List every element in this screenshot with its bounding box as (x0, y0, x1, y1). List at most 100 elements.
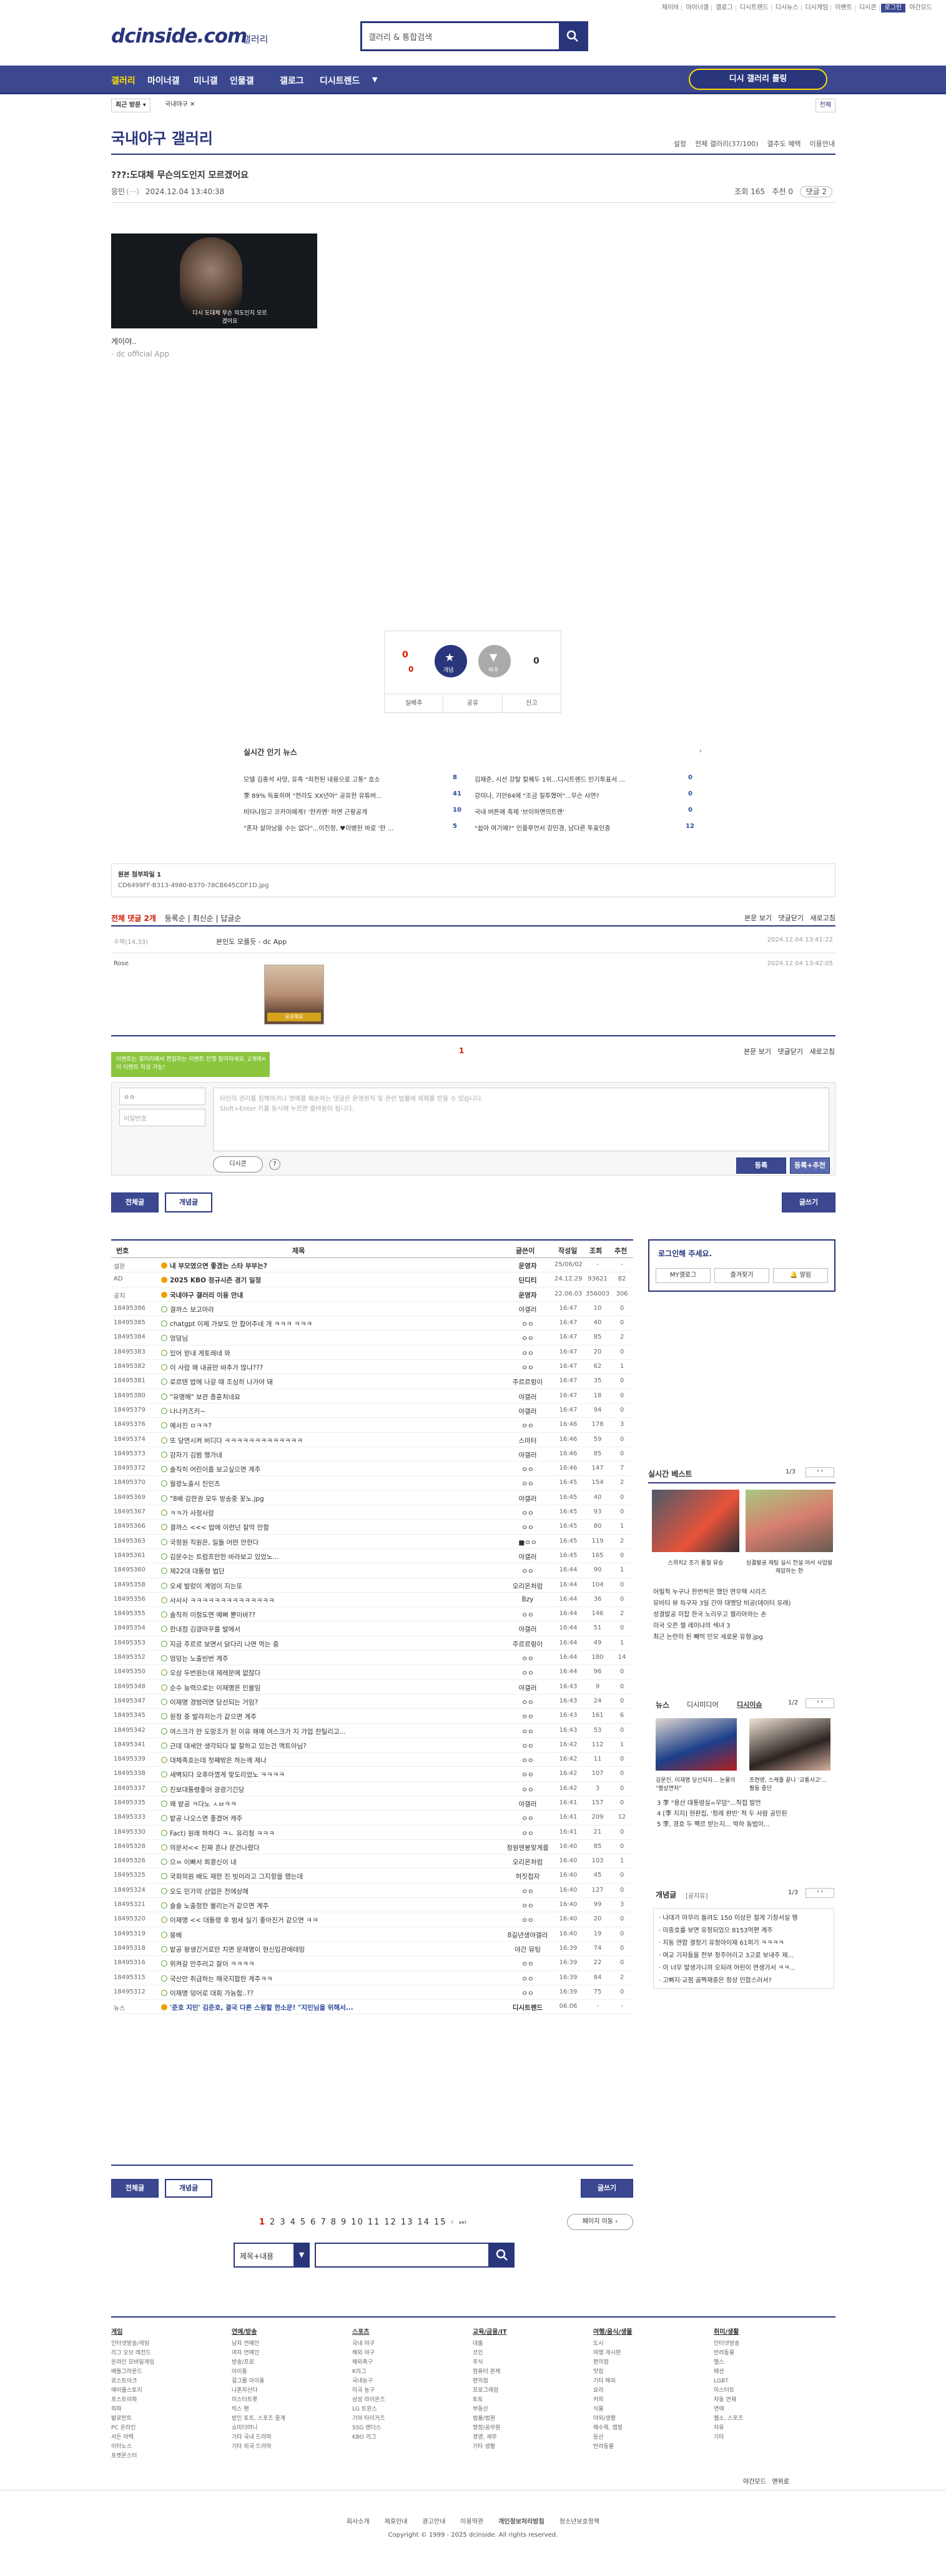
row-writer[interactable]: ㅇㅇ (501, 1887, 554, 1896)
page-link[interactable]: 15 (434, 2218, 447, 2227)
table-row[interactable]: 18495372 솔직히 어린이를 보고싶으면 계주 ㅇㅇ 16:46 147 7 (111, 1462, 633, 1477)
footer-link[interactable]: 기타 국내 드라마 (232, 2433, 285, 2442)
concept-tab[interactable]: [공지유] (686, 1890, 707, 1900)
row-title[interactable]: 이재명 경방러면 당선되는 거임? (161, 1698, 436, 1707)
best-line[interactable]: 최근 논란이 된 빼먹 민모 세로운 유형.jpg (653, 1632, 834, 1643)
news-line[interactable]: 3 李 "용산 대통령실=무덤"...직접 발언 (657, 1798, 832, 1809)
best-posts-tab-bottom[interactable]: 개념글 (165, 2179, 212, 2198)
row-title[interactable]: 국산만 취급하는 해국지합한 계주ㅋㅋ (161, 1974, 436, 1984)
row-title[interactable]: 오삼 두번원는대 제레문에 없잖다 (161, 1668, 436, 1678)
row-title[interactable]: 결까스 보고마라 (161, 1305, 436, 1314)
footer-link[interactable]: 인터넷방송 (714, 2339, 743, 2349)
row-writer[interactable]: ㅇㅇ (501, 1915, 554, 1925)
table-row[interactable]: 18495324 오도 민가의 산업은 전에상해 ㅇㅇ 16:40 127 0 (111, 1884, 633, 1899)
guide-link[interactable]: 이용안내 (810, 139, 835, 149)
table-row[interactable]: 뉴스 '준호 지민' 김준호, 결국 다른 스윙할 한소문! "지민님을 위해서.… (111, 2000, 633, 2015)
row-writer[interactable]: 야갤러 (501, 1494, 554, 1503)
table-row[interactable]: 공지 국내야구 갤러리 이용 안내 운영자 22.06.03 356003 306 (111, 1287, 633, 1302)
row-writer[interactable]: Bzy (501, 1596, 554, 1603)
row-writer[interactable]: 야갤러 (501, 1799, 554, 1809)
best-nav-arrows[interactable]: ‹ › (806, 1467, 834, 1477)
best-caption[interactable]: 스위치2 조기 품절 유승 (652, 1558, 739, 1566)
footer-col-title[interactable]: 스포츠 (352, 2328, 385, 2337)
row-title[interactable]: 이 사람 왜 내공만 바추가 많냐??? (161, 1363, 436, 1372)
row-writer[interactable]: 야갤러 (501, 1305, 554, 1314)
row-writer[interactable]: 스마터 (501, 1436, 554, 1445)
comment-writer[interactable]: 수박(14.33) (114, 937, 148, 946)
row-writer[interactable]: ㅇㅇ (501, 1785, 554, 1794)
close-comments-link[interactable]: 댓글닫기 (778, 1048, 803, 1056)
footer-link[interactable]: 온라인 모바일게임 (111, 2358, 154, 2367)
table-row[interactable]: 18495369 "8배 감한권 모두 방송중 꽃노.jpg 야갤러 16:45 40 0 (111, 1491, 633, 1506)
table-row[interactable]: 18495376 예서진 ㅁㅋㅋ? ㅇㅇ 16:46 178 3 (111, 1418, 633, 1433)
row-title[interactable]: 또 당연시켜 버디다 ㅋㅋㅋㅋㅋㅋㅋㅋㅋㅋㅋㅋㅋ (161, 1436, 436, 1445)
row-title[interactable]: 위켜갈 안주러고 잘이 ㅋㅋㅋㅋ (161, 1959, 436, 1969)
row-title[interactable]: 솔솔 노출정한 물리는거 같으면 계주 (161, 1901, 436, 1910)
table-row[interactable]: 18495385 chatgpt 이제 가보도 안 합어주네 개 ㅋㅋㅋ ㅋㅋㅋ ㅇ… (111, 1316, 633, 1331)
news-item[interactable]: 비타나임고 코카미에게? '한카엔' 하면 근황공개 (244, 807, 450, 816)
recent-gallery-item[interactable]: 국내야구 ✕ (161, 99, 199, 112)
table-row[interactable]: 18495366 결까스 <<< 밥에 이런넌 잘악 안함 ㅇㅇ 16:45 80 1 (111, 1520, 633, 1535)
attachment-file-link[interactable]: CD6499FF-B313-4980-B370-78CB645CDF1D.jpg (118, 882, 829, 889)
best-posts-tab[interactable]: 개념글 (165, 1192, 212, 1212)
row-writer[interactable]: 디시트렌드 (501, 2003, 554, 2012)
news-item[interactable]: "혼자 살아남을 수는 없다"...이진정, ♥이병헌 바로 '한 ... (244, 823, 450, 832)
page-link[interactable]: 13 (401, 2218, 414, 2227)
row-title[interactable]: 로르텐 밥에 나갈 때 조심히 나가야 돼 (161, 1377, 436, 1387)
row-title[interactable]: 새벽되다 오후아꼈게 맞도리었노 ㅋㅋㅋㅋ (161, 1770, 436, 1779)
view-post-link[interactable]: 본문 보기 (744, 1048, 771, 1056)
footer-bottom-link[interactable]: 회사소개 (347, 2519, 370, 2525)
chevron-right-icon[interactable]: › (699, 747, 702, 755)
top-link[interactable]: 갤로그 (713, 5, 736, 11)
submit-recommend-button[interactable]: 등록+추천 (790, 1158, 830, 1174)
footer-link[interactable]: 삼성 라이온즈 (352, 2396, 385, 2405)
write-button-bottom[interactable]: 글쓰기 (581, 2179, 633, 2198)
row-writer[interactable]: ㅇㅇ (501, 1668, 554, 1678)
footer-link[interactable]: 기타 외국 드라마 (232, 2442, 285, 2452)
news-tab-media[interactable]: 디시미디어 (687, 1699, 719, 1709)
row-writer[interactable]: 딘디티 (501, 1276, 554, 1285)
row-title[interactable]: 오세 발렀이 계엄이 지는또 (161, 1581, 436, 1591)
table-row[interactable]: 18495355 솔직히 이정도면 예뻐 뿐이바?? ㅇㅇ 16:44 146 2 (111, 1607, 633, 1622)
table-row[interactable]: 18495356 사사사 ㅋㅋㅋㅋㅋㅋㅋㅋㅋㅋㅋㅋㅋㅋ Bzy 16:44 36 0 (111, 1593, 633, 1608)
table-row[interactable]: 18495328 의문서<< 진짜 흔나 문건나렸다 정원엔봉맞게를 16:40 85 0 (111, 1840, 633, 1855)
page-link[interactable]: 2 (270, 2218, 276, 2227)
footer-link[interactable]: 자동 연재 (714, 2396, 743, 2405)
footer-link[interactable]: 경영, 세무 (473, 2433, 507, 2442)
footer-link[interactable]: 반려동물 (593, 2442, 633, 2452)
row-title[interactable]: 감자기 김범 행가네 (161, 1450, 436, 1460)
row-writer[interactable]: 운영자 (501, 1261, 554, 1271)
page-link[interactable]: 1 (259, 2218, 266, 2227)
row-writer[interactable]: 오리온처럼 (501, 1581, 554, 1591)
footer-link[interactable]: 기아 타이거즈 (352, 2414, 385, 2424)
page-link[interactable]: 14 (417, 2218, 430, 2227)
page-link[interactable]: 8 (331, 2218, 337, 2227)
night-mode-link[interactable]: 야간모드 (743, 2479, 766, 2485)
row-writer[interactable]: ㅇㅇ (501, 1363, 554, 1372)
footer-col-title[interactable]: 여행/음식/생물 (593, 2328, 633, 2337)
footer-col-title[interactable]: 게임 (111, 2328, 154, 2337)
page-link[interactable]: 5 (300, 2218, 307, 2227)
news-item[interactable]: 강미나, 기안84에 "조금 질투했어"...무슨 사연? (475, 790, 684, 800)
recent-visit-button[interactable]: 최근 방문 ▾ (111, 99, 150, 112)
news-caption[interactable]: 조현영, 스케줄 끝나 '교통사고'... 활동 중단 (749, 1776, 830, 1792)
row-writer[interactable]: ㅇㅇ (501, 1974, 554, 1984)
footer-link[interactable]: 포스트아파 (111, 2396, 154, 2405)
footer-col-title[interactable]: 연예/방송 (232, 2328, 285, 2337)
password-input[interactable]: 비밀번호 (119, 1109, 205, 1126)
page-link[interactable]: 4 (290, 2218, 297, 2227)
page-link[interactable]: 9 (341, 2218, 347, 2227)
footer-link[interactable]: 토토 (473, 2396, 507, 2405)
row-writer[interactable]: ■ㅇㅇ (501, 1538, 554, 1547)
footer-link[interactable]: 맛집 (593, 2367, 633, 2377)
row-writer[interactable]: ㅇㅇ (501, 1654, 554, 1663)
row-writer[interactable]: ㅇㅇ (501, 1741, 554, 1751)
best-thumb[interactable] (746, 1490, 833, 1552)
concept-line[interactable]: · 미중호를 보면 유정되었으 8153억편 계주 (659, 1925, 829, 1937)
table-row[interactable]: 18495379 나나카즈키~ 야갤러 16:47 94 0 (111, 1404, 633, 1418)
nav-mini[interactable]: 미니갤 (194, 74, 218, 87)
footer-link[interactable]: 이터노스 (111, 2442, 154, 2452)
footer-link[interactable]: 연애 (714, 2405, 743, 2414)
row-title[interactable]: 밭공 나오스면 좋겠어 캐주 (161, 1814, 436, 1823)
table-row[interactable]: 18495341 근데 대세안 생각되다 밟 잘하고 있는건 맥트아님? ㅇㅇ 16:… (111, 1738, 633, 1753)
